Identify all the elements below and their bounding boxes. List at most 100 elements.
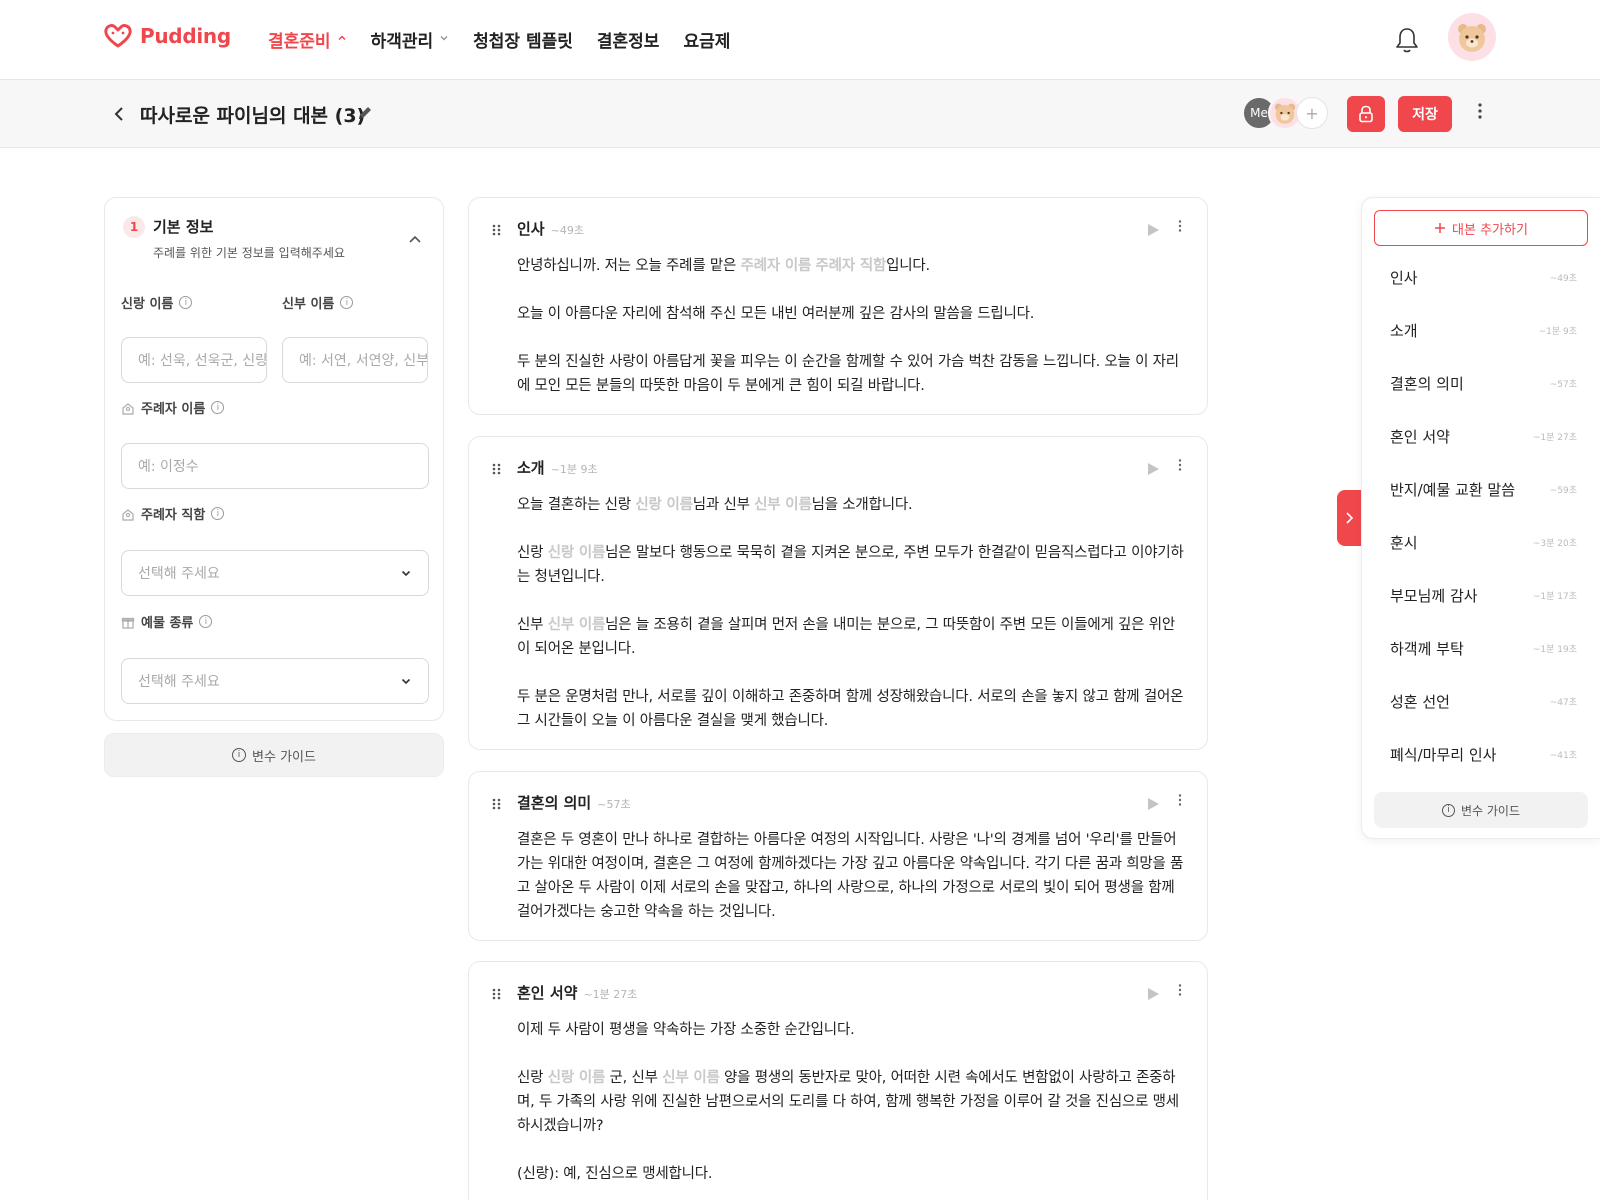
card-body[interactable]: 안녕하십니까. 저는 오늘 주례를 맡은 주례자 이름 주례자 직함입니다. 오늘… (517, 254, 1187, 398)
nav-item-label: 요금제 (683, 32, 731, 52)
nav-item-guest-management[interactable]: 하객관리 (371, 27, 450, 52)
card-body[interactable]: 이제 두 사람이 평생을 약속하는 가장 소중한 순간입니다. 신랑 신랑 이름 … (517, 1018, 1187, 1186)
outline-item[interactable]: 하객께 부탁 ~1분 19초 (1362, 622, 1600, 674)
script-text: 님은 늘 조용히 곁을 살피며 먼저 손을 내미는 분으로, 그 따뜻함이 주변… (517, 617, 1175, 657)
section-title: 기본 정보 (153, 218, 214, 236)
variable-guide-button[interactable]: i 변수 가이드 (104, 733, 444, 777)
logo[interactable]: Pudding (104, 24, 231, 48)
variable-chip[interactable]: 신부 이름 (662, 1070, 720, 1086)
label-text: 예물 종류 (141, 616, 194, 631)
play-icon[interactable] (1146, 222, 1160, 236)
outline-item-duration: ~1분 27초 (1532, 432, 1577, 443)
more-vertical-icon[interactable] (1175, 982, 1185, 1002)
script-text: 신랑 (517, 1070, 548, 1086)
gift-type-select[interactable]: 선택해 주세요 (121, 658, 429, 704)
info-icon[interactable]: i (211, 401, 225, 414)
button-label: 대본 추가하기 (1452, 222, 1528, 238)
add-script-button[interactable]: 대본 추가하기 (1374, 210, 1588, 246)
select-value: 선택해 주세요 (138, 674, 220, 690)
info-icon[interactable]: i (179, 296, 193, 309)
variable-chip[interactable]: 신랑 이름 (548, 1070, 606, 1086)
variable-chip[interactable]: 신부 이름 (754, 497, 812, 513)
outline-item-label: 혼인 서약 (1390, 427, 1450, 446)
chevron-up-icon (337, 33, 347, 46)
script-card: 결혼의 의미 ~57초 결혼은 두 영혼이 만나 하나로 결합하는 아름다운 여정… (468, 771, 1208, 941)
more-vertical-icon[interactable] (1175, 218, 1185, 238)
card-title-text: 혼인 서약 (517, 984, 578, 1002)
chevron-up-icon[interactable] (405, 230, 425, 250)
drag-handle-icon[interactable] (491, 796, 503, 810)
script-paragraph: 두 분은 운명처럼 만나, 서로를 깊이 이해하고 존중하며 함께 성장해왔습니… (517, 685, 1187, 733)
script-card: 소개 ~1분 9초 오늘 결혼하는 신랑 신랑 이름님과 신부 신부 이름님을 소… (468, 436, 1208, 750)
outline-item[interactable]: 성혼 선언 ~47초 (1362, 675, 1600, 727)
variable-guide-button[interactable]: i 변수 가이드 (1374, 792, 1588, 828)
avatar[interactable] (1448, 13, 1496, 61)
nav-item-invitation-templates[interactable]: 청첩장 템플릿 (473, 27, 573, 52)
outline-item-label: 소개 (1390, 321, 1418, 340)
drag-handle-icon[interactable] (491, 986, 503, 1000)
variable-chip[interactable]: 주례자 직함 (816, 258, 887, 274)
card-body[interactable]: 오늘 결혼하는 신랑 신랑 이름님과 신부 신부 이름님을 소개합니다. 신랑 신… (517, 493, 1187, 733)
info-icon[interactable]: i (211, 507, 225, 520)
play-icon[interactable] (1146, 796, 1160, 810)
more-vertical-icon[interactable] (1175, 457, 1185, 477)
variable-chip[interactable]: 신부 이름 (548, 617, 606, 633)
script-text: 오늘 결혼하는 신랑 (517, 497, 636, 513)
more-vertical-icon[interactable] (1470, 102, 1490, 126)
variable-chip[interactable]: 신랑 이름 (548, 545, 606, 561)
panel-toggle-button[interactable] (1337, 490, 1361, 546)
script-text: 결혼은 두 영혼이 만나 하나로 결합하는 아름다운 여정의 시작입니다. 사랑… (517, 832, 1184, 920)
play-icon[interactable] (1146, 986, 1160, 1000)
card-duration: ~1분 27초 (583, 988, 638, 1001)
outline-item-label: 인사 (1390, 268, 1418, 287)
drag-handle-icon[interactable] (491, 222, 503, 236)
outline-item[interactable]: 훈시 ~3분 20초 (1362, 516, 1600, 568)
nav-item-pricing[interactable]: 요금제 (683, 27, 730, 52)
section-subtitle: 주례를 위한 기본 정보를 입력해주세요 (153, 246, 345, 260)
info-icon[interactable]: i (199, 615, 213, 628)
outline-item[interactable]: 부모님께 감사 ~1분 17초 (1362, 569, 1600, 621)
script-text: 입니다. (886, 258, 930, 274)
info-icon[interactable]: i (340, 296, 354, 309)
bell-icon[interactable] (1393, 25, 1421, 55)
card-duration: ~57초 (597, 798, 631, 811)
script-paragraph: 이제 두 사람이 평생을 약속하는 가장 소중한 순간입니다. (517, 1018, 1187, 1042)
outline-item[interactable]: 소개 ~1분 9초 (1362, 304, 1600, 356)
outline-item[interactable]: 혼인 서약 ~1분 27초 (1362, 410, 1600, 462)
lock-button[interactable] (1347, 96, 1385, 132)
officiant-name-input[interactable]: 예: 이정수 (121, 443, 429, 489)
nav-item-wedding-prep[interactable]: 결혼준비 (268, 27, 347, 52)
variable-chip[interactable]: 주례자 이름 (741, 258, 812, 274)
officiant-title-select[interactable]: 선택해 주세요 (121, 550, 429, 596)
card-title-text: 소개 (517, 459, 545, 477)
outline-item[interactable]: 결혼의 의미 ~57초 (1362, 357, 1600, 409)
more-vertical-icon[interactable] (1175, 792, 1185, 812)
button-label: 변수 가이드 (1460, 803, 1520, 818)
nav-item-wedding-info[interactable]: 결혼정보 (597, 27, 660, 52)
add-collaborator-button[interactable]: + (1296, 97, 1328, 129)
outline-item[interactable]: 인사 ~49초 (1362, 251, 1600, 303)
bride-name-input[interactable]: 예: 서연, 서연양, 신부 (282, 337, 428, 383)
outline-item[interactable]: 폐식/마무리 인사 ~41초 (1362, 728, 1600, 780)
script-text: 안녕하십니까. 저는 오늘 주례를 맡은 (517, 258, 741, 274)
script-paragraph: 결혼은 두 영혼이 만나 하나로 결합하는 아름다운 여정의 시작입니다. 사랑… (517, 828, 1187, 924)
play-icon[interactable] (1146, 461, 1160, 475)
script-text: 두 분의 진실한 사랑이 아름답게 꽃을 피우는 이 순간을 함께할 수 있어 … (517, 354, 1179, 394)
pencil-icon[interactable] (356, 104, 374, 122)
gift-type-label: 예물 종류 i (121, 612, 213, 631)
card-body[interactable]: 결혼은 두 영혼이 만나 하나로 결합하는 아름다운 여정의 시작입니다. 사랑… (517, 828, 1187, 924)
variable-chip[interactable]: 신랑 이름 (635, 497, 693, 513)
script-text: 님은 말보다 행동으로 묵묵히 곁을 지켜온 분으로, 주변 모두가 한결같이 … (517, 545, 1184, 585)
outline-item[interactable]: 반지/예물 교환 말씀 ~59초 (1362, 463, 1600, 515)
drag-handle-icon[interactable] (491, 461, 503, 475)
chevron-down-icon (401, 570, 411, 577)
bride-name-label: 신부 이름 i (282, 293, 354, 312)
groom-name-input[interactable]: 예: 선욱, 선욱군, 신랑 (121, 337, 267, 383)
script-card: 혼인 서약 ~1분 27초 이제 두 사람이 평생을 약속하는 가장 소중한 순간… (468, 961, 1208, 1200)
save-button[interactable]: 저장 (1398, 96, 1452, 132)
card-title: 소개 ~1분 9초 (517, 457, 598, 478)
select-value: 선택해 주세요 (138, 566, 220, 582)
back-arrow-icon[interactable] (108, 102, 132, 126)
person-building-icon (122, 508, 134, 521)
outline-item-duration: ~49초 (1549, 273, 1577, 284)
